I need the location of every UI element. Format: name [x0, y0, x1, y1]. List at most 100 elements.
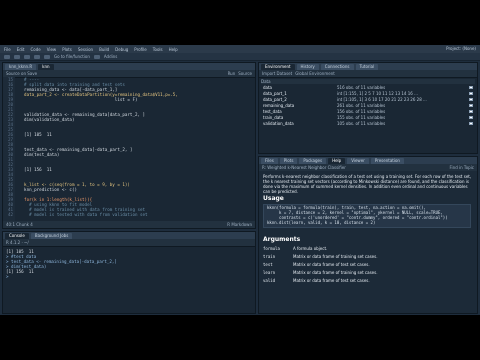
- go-to-file-input[interactable]: Go to file/function: [54, 54, 90, 59]
- tab-packages[interactable]: Packages: [299, 158, 327, 164]
- view-table-icon[interactable]: [469, 98, 473, 101]
- tab-plots[interactable]: Plots: [279, 158, 298, 164]
- console-tabs: Console Background Jobs: [3, 232, 255, 239]
- variable-name: train_data: [263, 115, 284, 120]
- tab-knn-kknn[interactable]: knn_kknn.R: [5, 64, 37, 70]
- environment-row[interactable]: test_data 156 obs. of 11 variables: [261, 109, 475, 114]
- tab-files[interactable]: Files: [261, 158, 278, 164]
- help-description: Performs k-nearest neighbor classificati…: [263, 174, 472, 194]
- addins-menu[interactable]: Addins: [104, 54, 117, 59]
- view-table-icon[interactable]: [469, 116, 473, 119]
- tab-viewer[interactable]: Viewer: [347, 158, 369, 164]
- save-icon[interactable]: [24, 54, 30, 59]
- variable-name: remaining_data: [263, 103, 295, 108]
- grid-icon[interactable]: [93, 54, 100, 59]
- save-all-icon[interactable]: [34, 54, 40, 59]
- usage-line: kknn.dist(learn, valid, k = 10, distance…: [267, 220, 376, 225]
- menu-view[interactable]: View: [47, 47, 57, 52]
- arguments-heading: Arguments: [263, 236, 301, 243]
- view-table-icon[interactable]: [469, 104, 473, 107]
- run-button[interactable]: Run: [228, 71, 236, 76]
- menu-plots[interactable]: Plots: [62, 47, 72, 52]
- code-text: dim(test_data): [19, 152, 60, 157]
- project-menu[interactable]: Project: (None): [446, 45, 476, 53]
- view-table-icon[interactable]: [469, 86, 473, 89]
- tab-help[interactable]: Help: [328, 158, 346, 164]
- variable-value: 105 obs. of 11 variables: [337, 121, 386, 126]
- main-toolbar: Go to file/function Addins: [0, 53, 480, 61]
- argument-row: valid Matrix or data frame of test set ca…: [263, 277, 473, 284]
- variable-name: data_part_1: [263, 91, 287, 96]
- global-environment-select[interactable]: Global Environment: [295, 71, 335, 76]
- argument-row: learn Matrix or data frame of training se…: [263, 269, 473, 276]
- help-content[interactable]: Performs k-nearest neighbor classificati…: [259, 171, 477, 313]
- variable-name: validation_data: [263, 121, 294, 126]
- tab-knn[interactable]: knn: [38, 64, 54, 70]
- argument-description: Matrix or data frame of test set cases.: [293, 262, 370, 267]
- menu-session[interactable]: Session: [78, 47, 93, 52]
- rstudio-window: File Edit Code View Plots Session Build …: [0, 45, 480, 315]
- console-output[interactable]: [1] 105 11 > #test data > test_data <- rem…: [3, 246, 255, 313]
- argument-name: test: [263, 262, 273, 267]
- environment-row[interactable]: remaining_data 261 obs. of 11 variables: [261, 103, 475, 108]
- tab-presentation[interactable]: Presentation: [370, 158, 404, 164]
- usage-code-block: kknn(formula = formula(train), train, te…: [263, 204, 471, 228]
- menu-debug[interactable]: Debug: [115, 47, 128, 52]
- variable-value: int [1:155, 1] 2 5 7 10 11 12 13 14 16 .…: [337, 91, 418, 96]
- code-editor[interactable]: 15 # ---- 16 # split data into training a…: [3, 77, 255, 221]
- environment-toolbar: Import Dataset Global Environment: [259, 70, 477, 78]
- argument-description: Matrix or data frame of test set cases.: [293, 278, 370, 283]
- import-dataset-button[interactable]: Import Dataset: [262, 71, 292, 76]
- help-pane: Files Plots Packages Help Viewer Present…: [258, 156, 478, 314]
- console-line: >: [6, 274, 9, 279]
- tab-console[interactable]: Console: [5, 233, 29, 239]
- code-text: [1] 105 11: [19, 132, 52, 137]
- file-type[interactable]: R Markdown: [227, 222, 252, 227]
- tab-background-jobs[interactable]: Background Jobs: [30, 233, 73, 239]
- menu-code[interactable]: Code: [30, 47, 40, 52]
- menu-file[interactable]: File: [4, 47, 11, 52]
- menu-build[interactable]: Build: [99, 47, 109, 52]
- cursor-position[interactable]: 40:1 Chunk 4: [6, 222, 33, 227]
- menu-profile[interactable]: Profile: [134, 47, 146, 52]
- menu-edit[interactable]: Edit: [17, 47, 25, 52]
- variable-name: data: [263, 85, 273, 90]
- environment-row[interactable]: validation_data 105 obs. of 11 variables: [261, 121, 475, 126]
- source-on-save-checkbox[interactable]: Source on Save: [6, 71, 37, 76]
- tab-tutorial[interactable]: Tutorial: [355, 64, 379, 70]
- view-table-icon[interactable]: [469, 92, 473, 95]
- view-table-icon[interactable]: [469, 122, 473, 125]
- code-text: [1] 156 11: [19, 167, 52, 172]
- tab-connections[interactable]: Connections: [320, 64, 354, 70]
- console-line: [1] 156 11: [6, 269, 34, 274]
- argument-description: Matrix or data frame of training set cas…: [293, 254, 378, 259]
- open-project-icon[interactable]: [14, 54, 20, 59]
- usage-heading: Usage: [263, 195, 284, 202]
- code-text: # model is tested with data from validat…: [19, 212, 148, 217]
- new-file-icon[interactable]: [4, 54, 10, 59]
- environment-pane: Environment History Connections Tutorial…: [258, 62, 478, 154]
- environment-row[interactable]: data_part_2 int [1:105, 1] 3 6 10 17 20 2…: [261, 97, 475, 102]
- argument-row: test Matrix or data frame of test set cas…: [263, 261, 473, 268]
- source-button[interactable]: Source: [238, 71, 252, 76]
- menu-tools[interactable]: Tools: [153, 47, 163, 52]
- variable-value: 516 obs. of 11 variables: [337, 85, 386, 90]
- variable-value: 261 obs. of 11 variables: [337, 103, 386, 108]
- argument-name: valid: [263, 278, 276, 283]
- tab-history[interactable]: History: [296, 64, 319, 70]
- print-icon[interactable]: [44, 54, 50, 59]
- environment-row[interactable]: train_data 155 obs. of 11 variables: [261, 115, 475, 120]
- view-table-icon[interactable]: [469, 110, 473, 113]
- environment-row[interactable]: data_part_1 int [1:155, 1] 2 5 7 10 11 12…: [261, 91, 475, 96]
- argument-row: train Matrix or data frame of training se…: [263, 253, 473, 260]
- find-in-topic-input[interactable]: Find in Topic: [450, 165, 474, 170]
- menubar: File Edit Code View Plots Session Build …: [0, 45, 480, 53]
- editor-statusbar: 40:1 Chunk 4 R Markdown: [3, 221, 255, 228]
- argument-row: formula A formula object.: [263, 245, 473, 252]
- console-path: R 4.1.2 · ~/: [6, 240, 29, 245]
- tab-environment[interactable]: Environment: [261, 64, 295, 70]
- console-pane: Console Background Jobs R 4.1.2 · ~/ [1]…: [2, 231, 256, 314]
- menu-help[interactable]: Help: [169, 47, 178, 52]
- environment-row[interactable]: data 516 obs. of 11 variables: [261, 85, 475, 90]
- code-text: dim(validation_data): [19, 117, 75, 122]
